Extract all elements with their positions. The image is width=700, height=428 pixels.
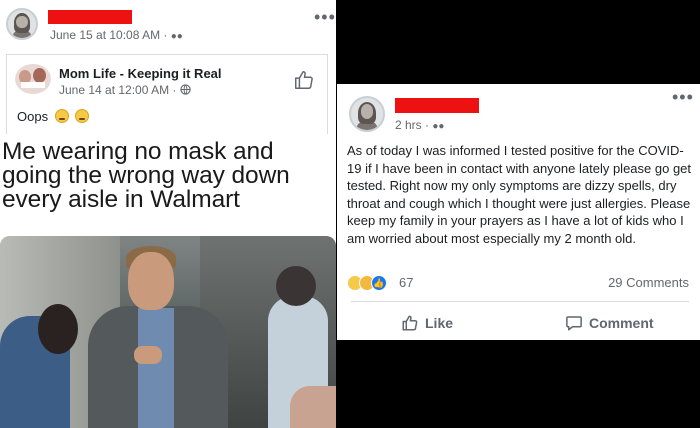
- like-button[interactable]: Like: [401, 312, 453, 334]
- left-post-header: June 15 at 10:08 AM · ●● •••: [6, 8, 335, 42]
- thumbs-up-icon[interactable]: [293, 69, 315, 91]
- reactions-bar: 👍 67 29 Comments: [347, 274, 689, 294]
- divider: [351, 301, 689, 302]
- meme-photo[interactable]: [0, 236, 336, 428]
- like-emoji[interactable]: 👍: [371, 275, 387, 291]
- more-dots-icon[interactable]: •••: [672, 88, 694, 106]
- reaction-count[interactable]: 67: [399, 275, 413, 290]
- meme-caption: Me wearing no mask and going the wrong w…: [2, 138, 290, 213]
- like-label: Like: [425, 315, 454, 331]
- right-post: 2 hrs · ●● ••• As of today I was informe…: [337, 84, 700, 340]
- group-icon: ●●: [432, 121, 445, 132]
- comment-label: Comment: [589, 315, 654, 331]
- post-timestamp[interactable]: 2 hrs ·: [395, 118, 429, 132]
- redacted-name: [395, 98, 479, 113]
- left-post: June 15 at 10:08 AM · ●● ••• Mom Life - …: [0, 0, 336, 428]
- shared-timestamp[interactable]: June 14 at 12:00 AM ·: [59, 83, 176, 97]
- shared-post: Mom Life - Keeping it Real June 14 at 12…: [6, 54, 328, 134]
- shared-caption: Oops: [17, 109, 49, 124]
- more-dots-icon[interactable]: •••: [314, 8, 336, 26]
- redacted-name: [48, 10, 132, 24]
- avatar[interactable]: [6, 8, 38, 40]
- post-timestamp[interactable]: June 15 at 10:08 AM ·: [50, 28, 167, 42]
- avatar[interactable]: [349, 96, 385, 132]
- comments-count[interactable]: 29 Comments: [608, 275, 689, 290]
- comment-button[interactable]: Comment: [565, 312, 654, 334]
- grimace-emoji: [54, 109, 69, 123]
- thumbs-up-icon: [402, 315, 418, 331]
- page-avatar[interactable]: [15, 64, 51, 94]
- group-icon: ●●: [170, 31, 183, 42]
- post-body: As of today I was informed I tested posi…: [347, 143, 692, 246]
- globe-icon: [180, 84, 191, 95]
- flushed-emoji: [75, 109, 90, 123]
- comment-icon: [566, 316, 582, 331]
- page-name[interactable]: Mom Life - Keeping it Real: [59, 66, 222, 81]
